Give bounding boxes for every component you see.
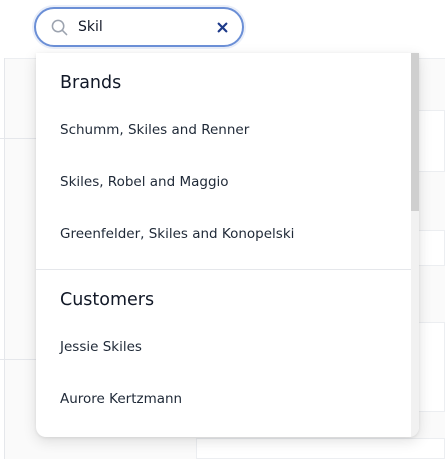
result-item-customer[interactable]: Jessie Skiles bbox=[36, 329, 411, 365]
background-divider bbox=[0, 359, 40, 360]
group-divider bbox=[36, 269, 411, 270]
search-results-list: Brands Schumm, Skiles and Renner Skiles,… bbox=[36, 53, 411, 437]
search-results-dropdown: Brands Schumm, Skiles and Renner Skiles,… bbox=[36, 53, 419, 437]
app-page: Brands Schumm, Skiles and Renner Skiles,… bbox=[0, 0, 445, 459]
background-divider bbox=[0, 138, 40, 139]
search-input[interactable] bbox=[78, 19, 214, 35]
result-item-brand[interactable]: Greenfelder, Skiles and Konopelski bbox=[36, 216, 411, 252]
sidebar-border bbox=[4, 58, 5, 459]
result-item-brand[interactable]: Schumm, Skiles and Renner bbox=[36, 112, 411, 148]
search-box[interactable] bbox=[34, 7, 244, 47]
group-heading-customers: Customers bbox=[60, 290, 155, 310]
background-card bbox=[196, 438, 445, 459]
result-item-brand[interactable]: Skiles, Robel and Maggio bbox=[36, 164, 411, 200]
clear-search-button[interactable] bbox=[214, 19, 230, 35]
dropdown-scrollbar[interactable] bbox=[411, 53, 419, 437]
close-icon bbox=[217, 22, 227, 32]
group-heading-brands: Brands bbox=[60, 73, 122, 93]
scrollbar-thumb[interactable] bbox=[411, 53, 419, 211]
result-item-customer[interactable]: Aurore Kertzmann bbox=[36, 381, 411, 417]
search-icon bbox=[50, 18, 68, 36]
